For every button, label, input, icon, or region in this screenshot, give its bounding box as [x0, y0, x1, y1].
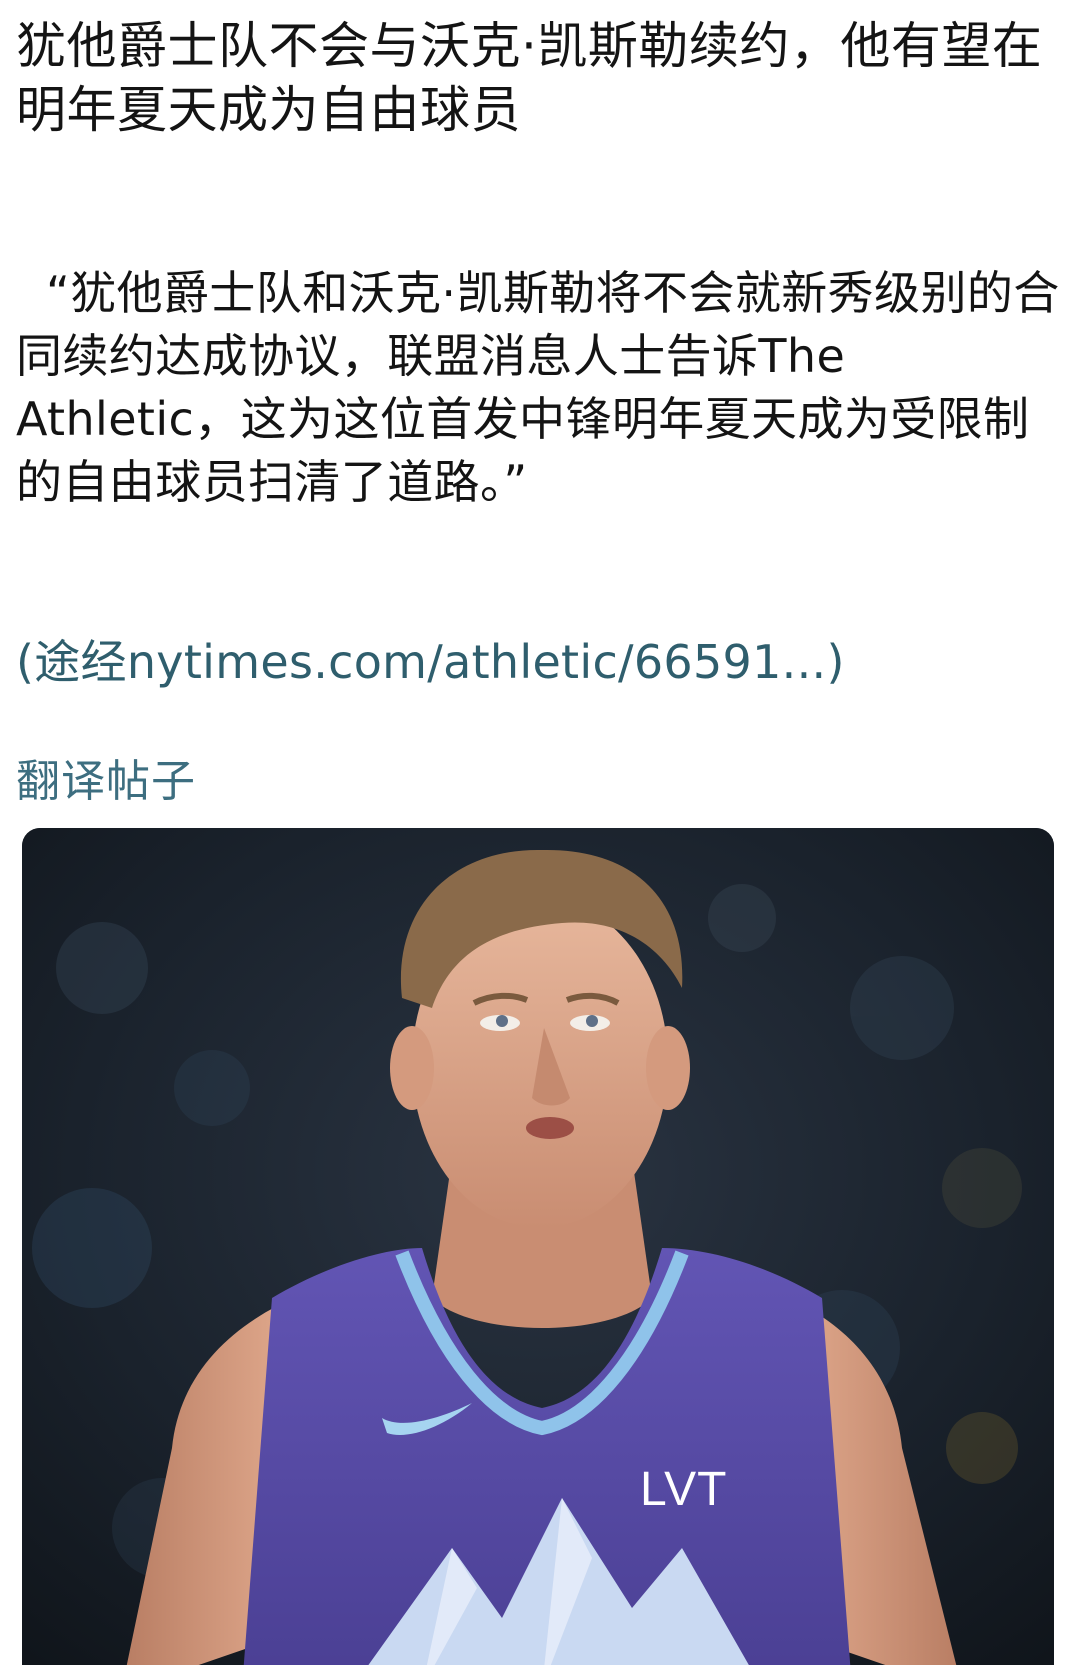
post-quote: “犹他爵士队和沃克·凯斯勒将不会就新秀级别的合同续约达成协议，联盟消息人士告诉T…	[16, 262, 1064, 514]
jersey-text: LVT	[640, 1463, 728, 1516]
translate-post-button[interactable]: 翻译帖子	[16, 752, 196, 812]
post-photo[interactable]	[22, 828, 1054, 1665]
quote-text: “犹他爵士队和沃克·凯斯勒将不会就新秀级别的合同续约达成协议，联盟消息人士告诉T…	[16, 266, 1060, 509]
player-photo-illustration	[22, 828, 1054, 1665]
source-link[interactable]: (途经nytimes.com/athletic/66591...)	[16, 632, 845, 692]
post-container: 犹他爵士队不会与沃克·凯斯勒续约，他有望在明年夏天成为自由球员 “犹他爵士队和沃…	[0, 0, 1080, 1665]
post-headline: 犹他爵士队不会与沃克·凯斯勒续约，他有望在明年夏天成为自由球员	[16, 17, 1043, 139]
